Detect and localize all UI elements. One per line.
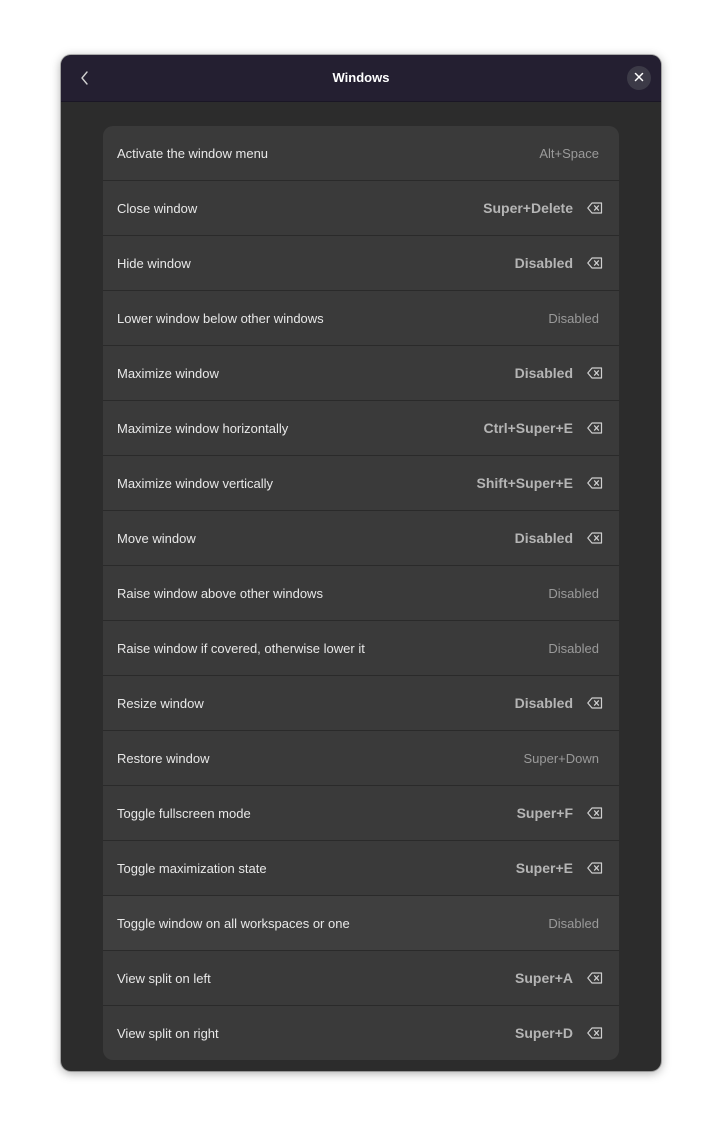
backspace-icon — [587, 532, 603, 544]
shortcut-label: Maximize window — [117, 365, 219, 381]
backspace-icon — [587, 367, 603, 379]
backspace-icon — [587, 202, 603, 214]
reset-shortcut-button[interactable] — [585, 473, 605, 493]
shortcuts-dialog: Windows Activate the window menu Alt+Spac… — [61, 55, 661, 1071]
shortcut-label: Raise window if covered, otherwise lower… — [117, 640, 365, 656]
reset-shortcut-button[interactable] — [585, 418, 605, 438]
shortcut-label: Raise window above other windows — [117, 585, 323, 601]
shortcut-row[interactable]: Activate the window menu Alt+Space — [103, 126, 619, 181]
shortcut-accelerator: Disabled — [514, 365, 573, 381]
shortcut-label: Maximize window horizontally — [117, 420, 289, 436]
shortcut-accelerator: Disabled — [514, 530, 573, 546]
reset-shortcut-button[interactable] — [585, 528, 605, 548]
reset-shortcut-button[interactable] — [585, 803, 605, 823]
shortcut-row[interactable]: Restore window Super+Down — [103, 731, 619, 786]
shortcut-row[interactable]: Lower window below other windows Disabled — [103, 291, 619, 346]
shortcut-accelerator: Disabled — [548, 310, 599, 326]
shortcut-accelerator: Disabled — [548, 640, 599, 656]
shortcut-row[interactable]: View split on right Super+D — [103, 1006, 619, 1060]
shortcut-accelerator: Disabled — [514, 255, 573, 271]
shortcut-row[interactable]: Maximize window Disabled — [103, 346, 619, 401]
reset-shortcut-button[interactable] — [585, 363, 605, 383]
shortcut-row[interactable]: Toggle fullscreen mode Super+F — [103, 786, 619, 841]
reset-shortcut-button[interactable] — [585, 858, 605, 878]
shortcut-accelerator: Disabled — [514, 695, 573, 711]
shortcut-label: Lower window below other windows — [117, 310, 324, 326]
shortcut-accelerator: Super+Down — [523, 750, 599, 766]
header-bar: Windows — [61, 55, 661, 102]
shortcut-label: Close window — [117, 200, 198, 216]
backspace-icon — [587, 972, 603, 984]
close-icon — [634, 69, 644, 87]
shortcut-accelerator: Alt+Space — [539, 145, 599, 161]
shortcut-accelerator: Shift+Super+E — [476, 475, 573, 491]
shortcut-row[interactable]: Toggle maximization state Super+E — [103, 841, 619, 896]
backspace-icon — [587, 697, 603, 709]
reset-shortcut-button[interactable] — [585, 1023, 605, 1043]
shortcut-row[interactable]: Toggle window on all workspaces or one Di… — [103, 896, 619, 951]
shortcut-accelerator: Super+E — [515, 860, 573, 876]
shortcut-label: Maximize window vertically — [117, 475, 274, 491]
shortcut-label: Move window — [117, 530, 196, 546]
shortcut-label: Activate the window menu — [117, 145, 269, 161]
backspace-icon — [587, 422, 603, 434]
reset-shortcut-button[interactable] — [585, 253, 605, 273]
shortcut-row[interactable]: Maximize window vertically Shift+Super+E — [103, 456, 619, 511]
shortcut-accelerator: Super+D — [515, 1025, 573, 1041]
shortcut-row[interactable]: Close window Super+Delete — [103, 181, 619, 236]
window-title: Windows — [332, 70, 390, 85]
reset-shortcut-button[interactable] — [585, 968, 605, 988]
backspace-icon — [587, 862, 603, 874]
close-button[interactable] — [627, 66, 651, 90]
shortcut-label: Toggle maximization state — [117, 860, 267, 876]
shortcut-row[interactable]: Raise window if covered, otherwise lower… — [103, 621, 619, 676]
shortcut-label: View split on right — [117, 1025, 219, 1041]
shortcut-row[interactable]: Hide window Disabled — [103, 236, 619, 291]
backspace-icon — [587, 477, 603, 489]
shortcut-label: Toggle fullscreen mode — [117, 805, 251, 821]
backspace-icon — [587, 1027, 603, 1039]
shortcut-accelerator: Super+F — [516, 805, 573, 821]
reset-shortcut-button[interactable] — [585, 693, 605, 713]
shortcut-accelerator: Ctrl+Super+E — [483, 420, 573, 436]
shortcut-list: Activate the window menu Alt+Space Close w… — [103, 126, 619, 1060]
shortcut-label: Restore window — [117, 750, 210, 766]
shortcut-accelerator: Super+A — [515, 970, 573, 986]
shortcut-row[interactable]: Maximize window horizontally Ctrl+Super+E — [103, 401, 619, 456]
shortcut-label: Resize window — [117, 695, 204, 711]
shortcut-row[interactable]: Move window Disabled — [103, 511, 619, 566]
shortcut-row[interactable]: View split on left Super+A — [103, 951, 619, 1006]
shortcut-row[interactable]: Raise window above other windows Disabled — [103, 566, 619, 621]
shortcut-label: Toggle window on all workspaces or one — [117, 915, 350, 931]
reset-shortcut-button[interactable] — [585, 198, 605, 218]
shortcut-row[interactable]: Resize window Disabled — [103, 676, 619, 731]
shortcut-accelerator: Disabled — [548, 915, 599, 931]
shortcut-label: View split on left — [117, 970, 211, 986]
shortcut-accelerator: Super+Delete — [483, 200, 573, 216]
backspace-icon — [587, 807, 603, 819]
shortcut-label: Hide window — [117, 255, 191, 271]
shortcut-accelerator: Disabled — [548, 585, 599, 601]
backspace-icon — [587, 257, 603, 269]
